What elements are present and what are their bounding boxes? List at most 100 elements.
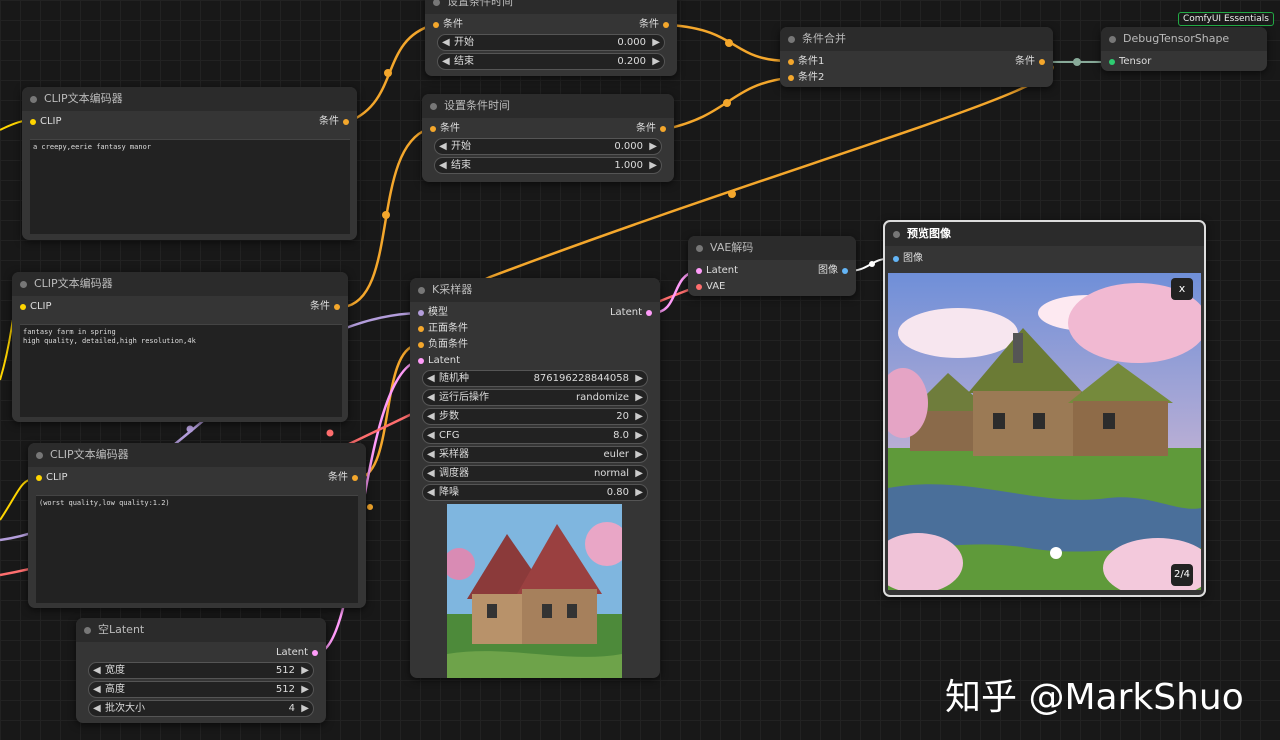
decrement-arrow-icon[interactable]: ◀ (427, 371, 435, 386)
input-negative[interactable]: 负面条件 (418, 338, 468, 352)
node-title[interactable]: DebugTensorShape (1101, 27, 1267, 51)
input-tensor[interactable]: Tensor (1109, 55, 1151, 69)
output-latent[interactable]: Latent (276, 646, 318, 660)
widget-value: 0.000 (614, 141, 643, 152)
node-title[interactable]: K采样器 (410, 278, 660, 302)
decrement-arrow-icon[interactable]: ◀ (442, 35, 450, 50)
clip-text-encode-node-1[interactable]: CLIP文本编码器 CLIP 条件 a creepy,eerie fantasy… (22, 87, 357, 240)
node-title[interactable]: 设置条件时间 (425, 0, 677, 14)
increment-arrow-icon[interactable]: ▶ (635, 466, 643, 481)
input-latent[interactable]: Latent (418, 354, 460, 368)
denoise-widget[interactable]: ◀ 降噪 0.80 ▶ (422, 484, 648, 501)
input-clip[interactable]: CLIP (36, 471, 68, 485)
widget-name: 降噪 (439, 487, 459, 498)
width-widget[interactable]: ◀ 宽度 512 ▶ (88, 662, 314, 679)
increment-arrow-icon[interactable]: ▶ (301, 701, 309, 716)
node-title[interactable]: CLIP文本编码器 (22, 87, 357, 111)
prompt-textarea[interactable]: a creepy,eerie fantasy manor (30, 139, 350, 234)
vae-decode-node[interactable]: VAE解码 Latent 图像 VAE (688, 236, 856, 296)
increment-arrow-icon[interactable]: ▶ (652, 54, 660, 69)
debug-tensor-shape-node[interactable]: DebugTensorShape Tensor (1101, 27, 1267, 71)
input-vae[interactable]: VAE (696, 280, 725, 294)
node-title[interactable]: 设置条件时间 (422, 94, 674, 118)
decrement-arrow-icon[interactable]: ◀ (439, 158, 447, 173)
steps-widget[interactable]: ◀ 步数 20 ▶ (422, 408, 648, 425)
increment-arrow-icon[interactable]: ▶ (649, 158, 657, 173)
input-positive[interactable]: 正面条件 (418, 322, 468, 336)
decrement-arrow-icon[interactable]: ◀ (427, 466, 435, 481)
decrement-arrow-icon[interactable]: ◀ (427, 390, 435, 405)
set-timestep-node-a[interactable]: 设置条件时间 条件 条件 ◀ 开始 0.000 ▶ ◀ 结束 0.200 ▶ (425, 0, 677, 76)
input-clip[interactable]: CLIP (30, 115, 62, 129)
increment-arrow-icon[interactable]: ▶ (635, 371, 643, 386)
input-conditioning[interactable]: 条件 (430, 122, 460, 136)
start-widget[interactable]: ◀ 开始 0.000 ▶ (434, 138, 662, 155)
increment-arrow-icon[interactable]: ▶ (649, 139, 657, 154)
node-title[interactable]: 条件合并 (780, 27, 1053, 51)
control-after-generate-widget[interactable]: ◀ 运行后操作 randomize ▶ (422, 389, 648, 406)
widget-name: 步数 (439, 411, 459, 422)
decrement-arrow-icon[interactable]: ◀ (427, 409, 435, 424)
increment-arrow-icon[interactable]: ▶ (635, 409, 643, 424)
empty-latent-node[interactable]: 空Latent Latent ◀ 宽度 512 ▶ ◀ 高度 512 ▶ ◀ 批次大小 4 ▶ (76, 618, 326, 723)
output-conditioning[interactable]: 条件 (310, 300, 340, 314)
end-widget[interactable]: ◀ 结束 0.200 ▶ (437, 53, 665, 70)
widget-value: 876196228844058 (533, 373, 629, 384)
slot-label: Latent (609, 307, 642, 318)
increment-arrow-icon[interactable]: ▶ (635, 390, 643, 405)
batch-size-widget[interactable]: ◀ 批次大小 4 ▶ (88, 700, 314, 717)
increment-arrow-icon[interactable]: ▶ (635, 485, 643, 500)
increment-arrow-icon[interactable]: ▶ (301, 663, 309, 678)
output-conditioning[interactable]: 条件 (636, 122, 666, 136)
prompt-textarea[interactable]: fantasy farm in spring high quality, det… (20, 324, 342, 417)
output-conditioning[interactable]: 条件 (639, 18, 669, 32)
decrement-arrow-icon[interactable]: ◀ (93, 701, 101, 716)
input-model[interactable]: 模型 (418, 306, 448, 320)
image-pager-badge[interactable]: 2/4 (1171, 564, 1193, 586)
seed-widget[interactable]: ◀ 随机种 876196228844058 ▶ (422, 370, 648, 387)
decrement-arrow-icon[interactable]: ◀ (439, 139, 447, 154)
increment-arrow-icon[interactable]: ▶ (635, 447, 643, 462)
decrement-arrow-icon[interactable]: ◀ (427, 428, 435, 443)
input-conditioning-1[interactable]: 条件1 (788, 55, 824, 69)
decrement-arrow-icon[interactable]: ◀ (427, 447, 435, 462)
increment-arrow-icon[interactable]: ▶ (652, 35, 660, 50)
increment-arrow-icon[interactable]: ▶ (635, 428, 643, 443)
slot-label: Latent (706, 265, 739, 276)
cfg-widget[interactable]: ◀ CFG 8.0 ▶ (422, 427, 648, 444)
decrement-arrow-icon[interactable]: ◀ (93, 663, 101, 678)
node-title[interactable]: VAE解码 (688, 236, 856, 260)
clip-text-encode-node-2[interactable]: CLIP文本编码器 CLIP 条件 fantasy farm in spring… (12, 272, 348, 422)
decrement-arrow-icon[interactable]: ◀ (427, 485, 435, 500)
input-image[interactable]: 图像 (893, 252, 923, 266)
decrement-arrow-icon[interactable]: ◀ (442, 54, 450, 69)
input-conditioning[interactable]: 条件 (433, 18, 463, 32)
set-timestep-node-b[interactable]: 设置条件时间 条件 条件 ◀ 开始 0.000 ▶ ◀ 结束 1.000 ▶ (422, 94, 674, 182)
clip-text-encode-node-3[interactable]: CLIP文本编码器 CLIP 条件 (worst quality,low qua… (28, 443, 366, 608)
output-latent[interactable]: Latent (610, 306, 652, 320)
height-widget[interactable]: ◀ 高度 512 ▶ (88, 681, 314, 698)
ksampler-node[interactable]: K采样器 模型 Latent 正面条件 负面条件 Latent ◀ 随机种 8761… (410, 278, 660, 678)
close-icon[interactable]: x (1171, 278, 1193, 300)
node-title[interactable]: 空Latent (76, 618, 326, 642)
increment-arrow-icon[interactable]: ▶ (301, 682, 309, 697)
input-clip[interactable]: CLIP (20, 300, 52, 314)
preview-image-node[interactable]: 预览图像 图像 x 2/4 (883, 220, 1206, 597)
output-conditioning[interactable]: 条件 (1015, 55, 1045, 69)
output-conditioning[interactable]: 条件 (328, 471, 358, 485)
conditioning-combine-node[interactable]: 条件合并 条件1 条件 条件2 (780, 27, 1053, 87)
end-widget[interactable]: ◀ 结束 1.000 ▶ (434, 157, 662, 174)
scheduler-widget[interactable]: ◀ 调度器 normal ▶ (422, 465, 648, 482)
input-latent[interactable]: Latent (696, 264, 738, 278)
node-title[interactable]: CLIP文本编码器 (12, 272, 348, 296)
node-title[interactable]: 预览图像 (885, 222, 1204, 246)
output-image[interactable]: 图像 (818, 264, 848, 278)
sampler-widget[interactable]: ◀ 采样器 euler ▶ (422, 446, 648, 463)
preview-output-image[interactable] (888, 273, 1201, 590)
output-conditioning[interactable]: 条件 (319, 115, 349, 129)
start-widget[interactable]: ◀ 开始 0.000 ▶ (437, 34, 665, 51)
decrement-arrow-icon[interactable]: ◀ (93, 682, 101, 697)
prompt-textarea[interactable]: (worst quality,low quality:1.2) (36, 495, 358, 603)
node-title[interactable]: CLIP文本编码器 (28, 443, 366, 467)
input-conditioning-2[interactable]: 条件2 (788, 71, 824, 85)
